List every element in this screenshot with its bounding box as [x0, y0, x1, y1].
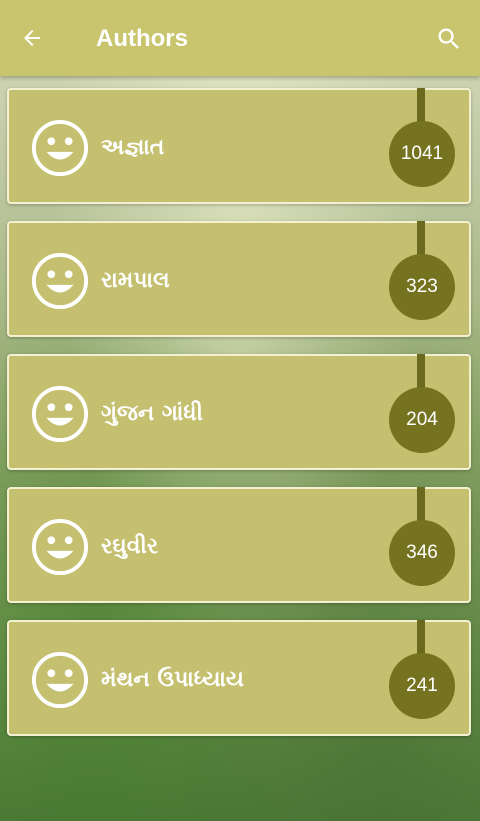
app-bar: Authors [0, 0, 480, 76]
author-card[interactable]: મંથન ઉપાધ્યાય 241 [7, 620, 471, 736]
count-badge: 323 [389, 254, 455, 320]
smiley-face-icon [31, 651, 89, 709]
back-button[interactable] [16, 22, 48, 54]
author-card[interactable]: અજ્ઞાત 1041 [7, 88, 471, 204]
author-name: મંથન ઉપાધ્યાય [101, 667, 244, 692]
author-card[interactable]: રઘુવીર 346 [7, 487, 471, 603]
smiley-face-icon [31, 119, 89, 177]
arrow-back-icon [24, 30, 40, 46]
count-badge: 241 [389, 653, 455, 719]
smiley-face-icon [31, 385, 89, 443]
author-card[interactable]: ગુંજન ગાંધી 204 [7, 354, 471, 470]
count-badge: 346 [389, 520, 455, 586]
author-name: અજ્ઞાત [101, 135, 165, 160]
count-badge: 1041 [389, 121, 455, 187]
smiley-face-icon [31, 252, 89, 310]
author-card[interactable]: રામપાલ 323 [7, 221, 471, 337]
author-name: ગુંજન ગાંધી [101, 401, 203, 426]
search-button[interactable] [432, 22, 466, 56]
count-badge: 204 [389, 387, 455, 453]
author-name: રામપાલ [101, 268, 170, 293]
page-title: Authors [96, 25, 188, 52]
smiley-face-icon [31, 518, 89, 576]
search-icon [438, 28, 459, 49]
author-name: રઘુવીર [101, 534, 159, 559]
